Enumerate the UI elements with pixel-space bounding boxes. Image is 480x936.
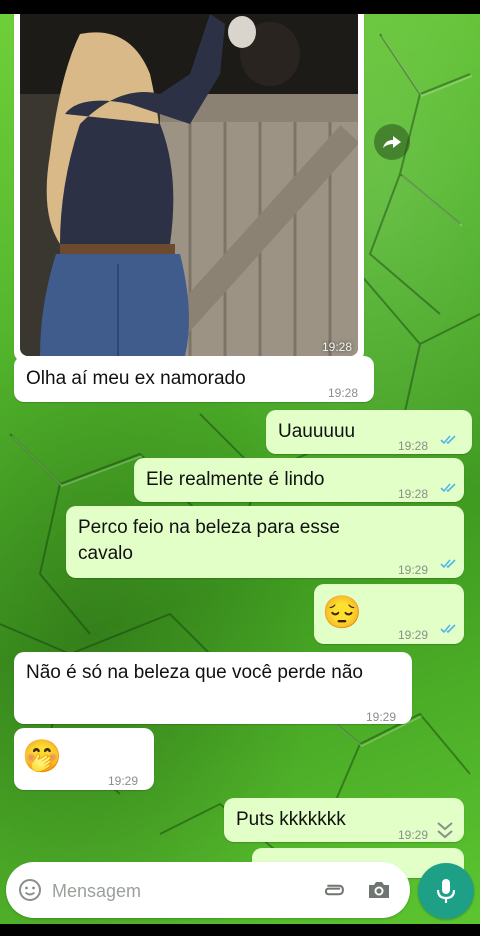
read-ticks-icon	[440, 435, 456, 445]
outgoing-message[interactable]: Perco feio na beleza para esse cavalo 19…	[66, 506, 464, 578]
message-text: Ele realmente é lindo	[146, 469, 325, 490]
read-ticks-icon	[440, 483, 456, 493]
chevron-down-icon	[437, 822, 453, 839]
outgoing-message[interactable]: Ele realmente é lindo 19:28	[134, 458, 464, 502]
message-input[interactable]	[50, 876, 304, 906]
photo-illustration	[20, 14, 358, 356]
message-time: 19:28	[398, 439, 429, 453]
message-time: 19:29	[366, 710, 397, 724]
forward-button[interactable]	[374, 124, 410, 160]
emoji-icon[interactable]	[18, 878, 42, 902]
forward-icon	[383, 136, 401, 148]
mic-button[interactable]	[418, 863, 474, 919]
message-time: 19:29	[398, 628, 429, 642]
mic-icon	[436, 879, 456, 903]
read-ticks-icon	[440, 559, 456, 569]
message-time: 19:29	[398, 563, 429, 577]
incoming-message[interactable]: Olha aí meu ex namorado 19:28	[14, 356, 374, 402]
status-bar-edge	[0, 0, 480, 14]
incoming-message[interactable]: Não é só na beleza que você perde não 19…	[14, 652, 412, 724]
outgoing-message[interactable]: Uauuuuu 19:28	[266, 410, 472, 454]
message-photo[interactable]	[20, 14, 358, 356]
message-emoji: 😔	[322, 594, 362, 630]
camera-icon[interactable]	[366, 877, 392, 903]
image-message[interactable]: 19:28	[14, 14, 364, 362]
outgoing-message[interactable]: 😔 19:29	[314, 584, 464, 644]
message-time: 19:28	[328, 386, 359, 400]
message-text: Perco feio na beleza para esse cavalo	[78, 517, 340, 564]
navigation-bar-edge	[0, 924, 480, 936]
message-time: 19:28	[321, 340, 352, 354]
message-text: Uauuuuu	[278, 421, 356, 442]
scroll-to-bottom-button[interactable]	[428, 814, 462, 848]
chat-background[interactable]: 19:28 Olha aí meu ex namorado 19:28 Uauu…	[0, 14, 480, 924]
message-composer	[6, 862, 410, 918]
incoming-message[interactable]: 🤭 19:29	[14, 728, 154, 790]
message-text: Olha aí meu ex namorado	[26, 368, 246, 389]
message-time: 19:29	[108, 774, 139, 788]
message-time: 19:28	[398, 487, 429, 501]
message-text: Puts kkkkkkk	[236, 809, 346, 830]
message-time: 19:29	[398, 828, 429, 842]
paperclip-icon[interactable]	[320, 877, 346, 903]
message-text: Não é só na beleza que você perde não	[26, 662, 363, 683]
message-emoji: 🤭	[22, 738, 62, 774]
read-ticks-icon	[440, 624, 456, 634]
